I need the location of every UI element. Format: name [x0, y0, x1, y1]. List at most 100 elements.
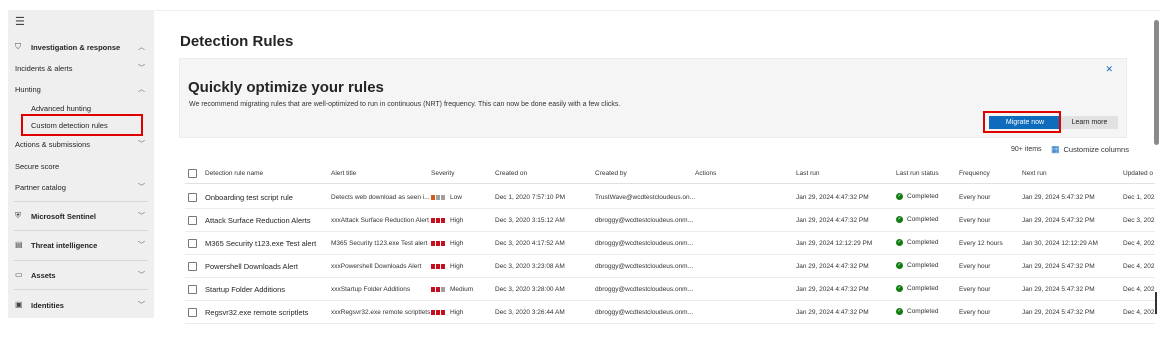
check-circle-icon: ✓: [896, 216, 903, 223]
sidebar-item-partner-catalog[interactable]: Partner catalog ﹀: [8, 178, 154, 196]
learn-more-button[interactable]: Learn more: [1061, 116, 1118, 129]
column-header[interactable]: Detection rule name: [205, 170, 263, 177]
column-header[interactable]: Created by: [595, 170, 627, 177]
sidebar-item-identities[interactable]: ▣ Identities ﹀: [8, 296, 154, 314]
rule-name-link[interactable]: Attack Surface Reduction Alerts: [205, 216, 310, 225]
alert-title: M365 Security t123.exe Test alert: [331, 240, 428, 247]
check-circle-icon: ✓: [896, 193, 903, 200]
severity-bar: [441, 264, 445, 269]
sidebar-item-label: Actions & submissions: [15, 139, 91, 149]
column-header[interactable]: Updated o: [1123, 170, 1153, 177]
frequency: Every hour: [959, 263, 991, 270]
severity-bar: [431, 287, 435, 292]
vertical-scrollbar[interactable]: [1154, 20, 1159, 145]
check-circle-icon: ✓: [896, 308, 903, 315]
column-header[interactable]: Actions: [695, 170, 716, 177]
severity-bar: [431, 310, 435, 315]
column-header[interactable]: Last run: [796, 170, 820, 177]
columns-icon: ▦: [1051, 144, 1060, 154]
chevron-down-icon: ﹀: [138, 242, 145, 249]
close-icon[interactable]: ✕: [1105, 64, 1113, 75]
status-label: Completed: [907, 216, 939, 223]
severity-bar: [441, 218, 445, 223]
created-on: Dec 3, 2020 3:23:08 AM: [495, 263, 565, 270]
created-on: Dec 3, 2020 4:17:52 AM: [495, 240, 565, 247]
scroll-indicator[interactable]: [1155, 292, 1157, 314]
sidebar-item-label: Secure score: [15, 161, 60, 171]
sidebar-item-secure-score[interactable]: Secure score: [8, 157, 154, 175]
customize-columns-button[interactable]: ▦ Customize columns: [1051, 144, 1129, 155]
rule-name-link[interactable]: M365 Security t123.exe Test alert: [205, 239, 316, 248]
divider: [14, 230, 148, 231]
severity-bar: [436, 195, 440, 200]
created-on: Dec 3, 2020 3:28:00 AM: [495, 286, 565, 293]
banner-title: Quickly optimize your rules: [188, 79, 384, 96]
rule-name-link[interactable]: Regsvr32.exe remote scriptlets: [205, 308, 308, 317]
created-on: Dec 1, 2020 7:57:10 PM: [495, 194, 566, 201]
sidebar-item-label: Threat intelligence: [31, 240, 98, 250]
sidebar-item-microsoft-sentinel[interactable]: ⛨ Microsoft Sentinel ﹀: [8, 207, 154, 225]
column-header[interactable]: Last run status: [896, 170, 939, 177]
last-run: Jan 29, 2024 4:47:32 PM: [796, 194, 869, 201]
status-badge: ✓ Completed: [896, 308, 938, 315]
sidebar-item-hunting[interactable]: Hunting ︿: [8, 80, 154, 98]
status-label: Completed: [907, 308, 939, 315]
identities-icon: ▣: [15, 300, 23, 309]
column-header[interactable]: Severity: [431, 170, 454, 177]
status-badge: ✓ Completed: [896, 262, 938, 269]
hamburger-menu-icon[interactable]: ☰: [15, 15, 25, 28]
column-header[interactable]: Created on: [495, 170, 527, 177]
created-by: dbroggy@wcdtestcloudeus.onm...: [595, 240, 694, 247]
rule-name-link[interactable]: Onboarding test script rule: [205, 193, 293, 202]
column-header[interactable]: Frequency: [959, 170, 990, 177]
column-header[interactable]: Alert title: [331, 170, 356, 177]
sidebar-item-actions-submissions[interactable]: Actions & submissions ﹀: [8, 135, 154, 153]
updated-on: Dec 4, 202: [1123, 286, 1155, 293]
severity-bar: [441, 287, 445, 292]
row-checkbox[interactable]: [188, 193, 197, 202]
severity-bar: [431, 264, 435, 269]
sidebar-item-assets[interactable]: ▭ Assets ﹀: [8, 266, 154, 284]
row-checkbox[interactable]: [188, 239, 197, 248]
status-badge: ✓ Completed: [896, 193, 938, 200]
table-row[interactable]: Regsvr32.exe remote scriptlets xxxRegsvr3…: [185, 301, 1155, 324]
severity-bar: [441, 195, 445, 200]
frequency: Every 12 hours: [959, 240, 1003, 247]
next-run: Jan 29, 2024 5:47:32 PM: [1022, 286, 1095, 293]
next-run: Jan 29, 2024 5:47:32 PM: [1022, 217, 1095, 224]
severity-bar: [436, 310, 440, 315]
divider: [14, 260, 148, 261]
rule-name-link[interactable]: Powershell Downloads Alert: [205, 262, 298, 271]
severity-indicator: Medium: [431, 286, 473, 293]
next-run: Jan 29, 2024 5:47:32 PM: [1022, 263, 1095, 270]
table-header: Detection rule name Alert title Severity…: [185, 163, 1155, 184]
sidebar-item-threat-intelligence[interactable]: ▤ Threat intelligence ﹀: [8, 236, 154, 254]
sidebar-item-investigation-response[interactable]: ⛉ Investigation & response ︿: [8, 38, 154, 56]
sidebar-item-incidents-alerts[interactable]: Incidents & alerts ﹀: [8, 59, 154, 77]
row-checkbox[interactable]: [188, 216, 197, 225]
status-badge: ✓ Completed: [896, 216, 938, 223]
status-badge: ✓ Completed: [896, 285, 938, 292]
chevron-up-icon: ︿: [138, 86, 145, 93]
highlight-box: [983, 111, 1061, 133]
column-header[interactable]: Next run: [1022, 170, 1047, 177]
table-row[interactable]: Powershell Downloads Alert xxxPowershell …: [185, 255, 1155, 278]
row-checkbox[interactable]: [188, 285, 197, 294]
severity-bars: [431, 287, 446, 292]
table-row[interactable]: Startup Folder Additions xxxStartup Folde…: [185, 278, 1155, 301]
check-circle-icon: ✓: [896, 262, 903, 269]
table-row[interactable]: Onboarding test script rule Detects web d…: [185, 186, 1155, 209]
select-all-checkbox[interactable]: [188, 169, 197, 178]
created-by: dbroggy@wcdtestcloudeus.onm...: [595, 263, 694, 270]
table-row[interactable]: M365 Security t123.exe Test alert M365 Se…: [185, 232, 1155, 255]
row-checkbox[interactable]: [188, 262, 197, 271]
alert-title: xxxPowershell Downloads Alert: [331, 263, 422, 270]
table-row[interactable]: Attack Surface Reduction Alerts xxxAttack…: [185, 209, 1155, 232]
severity-bar: [441, 241, 445, 246]
rule-name-link[interactable]: Startup Folder Additions: [205, 285, 285, 294]
sidebar-item-label: Advanced hunting: [31, 103, 92, 113]
last-run: Jan 29, 2024 12:12:29 PM: [796, 240, 873, 247]
created-by: TrustWave@wcdtestcloudeus.on...: [595, 194, 696, 201]
row-checkbox[interactable]: [188, 308, 197, 317]
sidebar-item-label: Investigation & response: [31, 42, 121, 52]
